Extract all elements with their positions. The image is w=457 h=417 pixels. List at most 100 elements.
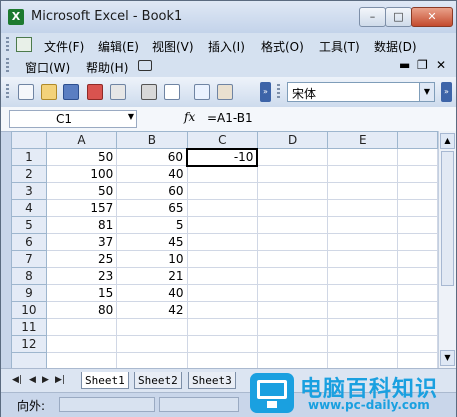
formula-input[interactable]: =A1-B1: [207, 111, 253, 125]
row-header[interactable]: 6: [11, 233, 47, 251]
cell-b1[interactable]: 60: [116, 148, 188, 166]
camera-icon[interactable]: [138, 60, 152, 71]
cell[interactable]: [327, 165, 399, 183]
scroll-thumb[interactable]: [441, 151, 454, 286]
cell[interactable]: [186, 165, 258, 183]
row-header[interactable]: 4: [11, 199, 47, 217]
open-icon[interactable]: [41, 84, 57, 100]
print-icon[interactable]: [141, 84, 157, 100]
row-header[interactable]: 2: [11, 165, 47, 183]
cell[interactable]: [397, 250, 438, 268]
cell[interactable]: [116, 352, 188, 368]
cell[interactable]: [397, 199, 438, 217]
vertical-scrollbar[interactable]: ▲ ▼: [438, 131, 456, 368]
cell[interactable]: [256, 199, 329, 217]
menu-grip[interactable]: [6, 37, 9, 51]
cell[interactable]: 40: [116, 165, 188, 183]
insert-function-icon[interactable]: fx: [184, 110, 195, 124]
minimize-button[interactable]: –: [359, 7, 386, 27]
research-icon[interactable]: [217, 84, 233, 100]
menu-insert[interactable]: 插入(I): [208, 38, 245, 55]
next-sheet-icon[interactable]: ▶: [42, 375, 49, 385]
doc-close-button[interactable]: ✕: [436, 58, 446, 72]
permission-icon[interactable]: [87, 84, 103, 100]
menu-edit[interactable]: 编辑(E): [98, 38, 139, 55]
cell[interactable]: [327, 267, 399, 285]
cell[interactable]: [256, 182, 329, 200]
cell[interactable]: [186, 216, 258, 234]
row-header[interactable]: 8: [11, 267, 47, 285]
cell[interactable]: [327, 233, 399, 251]
first-sheet-icon[interactable]: ◀|: [12, 375, 22, 385]
cell[interactable]: [256, 352, 329, 368]
cell[interactable]: [186, 233, 258, 251]
cell[interactable]: [256, 318, 329, 336]
menu-data[interactable]: 数据(D): [374, 38, 417, 55]
email-icon[interactable]: [110, 84, 126, 100]
cell[interactable]: 45: [116, 233, 188, 251]
cell[interactable]: [186, 199, 258, 217]
cell[interactable]: [256, 284, 329, 302]
cell[interactable]: 157: [45, 199, 118, 217]
format-toolbar-grip[interactable]: [277, 84, 280, 100]
cell[interactable]: [45, 318, 118, 336]
cell[interactable]: 23: [45, 267, 118, 285]
cell[interactable]: [256, 250, 329, 268]
cell[interactable]: [186, 267, 258, 285]
menu-file[interactable]: 文件(F): [44, 38, 84, 55]
cell[interactable]: [327, 250, 399, 268]
cell[interactable]: 21: [116, 267, 188, 285]
menu-view[interactable]: 视图(V): [152, 38, 194, 55]
cell[interactable]: 81: [45, 216, 118, 234]
menu-window[interactable]: 窗口(W): [25, 59, 70, 76]
cell[interactable]: [397, 352, 438, 368]
cell[interactable]: [186, 352, 258, 368]
format-options-chevron-icon[interactable]: »: [441, 82, 452, 102]
tab-sheet2[interactable]: Sheet2: [134, 372, 182, 389]
tab-sheet3[interactable]: Sheet3: [188, 372, 236, 389]
print-preview-icon[interactable]: [164, 84, 180, 100]
row-header[interactable]: 5: [11, 216, 47, 234]
maximize-button[interactable]: □: [385, 7, 412, 27]
cell[interactable]: 15: [45, 284, 118, 302]
select-all-corner[interactable]: [11, 131, 47, 149]
cell[interactable]: [256, 335, 329, 353]
cell[interactable]: [186, 182, 258, 200]
row-header[interactable]: 9: [11, 284, 47, 302]
cell[interactable]: 100: [45, 165, 118, 183]
column-header-f[interactable]: [397, 131, 438, 149]
cell[interactable]: 50: [45, 182, 118, 200]
cell[interactable]: [256, 165, 329, 183]
row-header[interactable]: 12: [11, 335, 47, 353]
last-sheet-icon[interactable]: ▶|: [55, 375, 65, 385]
column-header-a[interactable]: A: [45, 131, 118, 149]
cell[interactable]: [327, 216, 399, 234]
cell[interactable]: 40: [116, 284, 188, 302]
doc-restore-button[interactable]: ❐: [417, 58, 428, 72]
cell[interactable]: 5: [116, 216, 188, 234]
cell[interactable]: [186, 250, 258, 268]
row-header[interactable]: 10: [11, 301, 47, 319]
cell[interactable]: [186, 284, 258, 302]
row-header[interactable]: [11, 352, 47, 368]
menu-grip-2[interactable]: [6, 58, 9, 72]
cell[interactable]: [45, 352, 118, 368]
cell[interactable]: [397, 284, 438, 302]
cell[interactable]: [397, 267, 438, 285]
name-box[interactable]: C1 ▼: [9, 110, 137, 128]
cell[interactable]: 60: [116, 182, 188, 200]
menu-tools[interactable]: 工具(T): [319, 38, 360, 55]
cell[interactable]: [397, 216, 438, 234]
column-header-b[interactable]: B: [116, 131, 188, 149]
cell[interactable]: 80: [45, 301, 118, 319]
scroll-down-icon[interactable]: ▼: [440, 350, 455, 366]
toolbar-grip[interactable]: [6, 84, 9, 100]
cell[interactable]: [256, 301, 329, 319]
cell[interactable]: 65: [116, 199, 188, 217]
doc-minimize-button[interactable]: ▬: [399, 58, 410, 72]
cell[interactable]: [327, 284, 399, 302]
cell[interactable]: [256, 148, 329, 166]
cell[interactable]: [397, 335, 438, 353]
cell[interactable]: [256, 267, 329, 285]
toolbar-options-chevron-icon[interactable]: »: [260, 82, 271, 102]
